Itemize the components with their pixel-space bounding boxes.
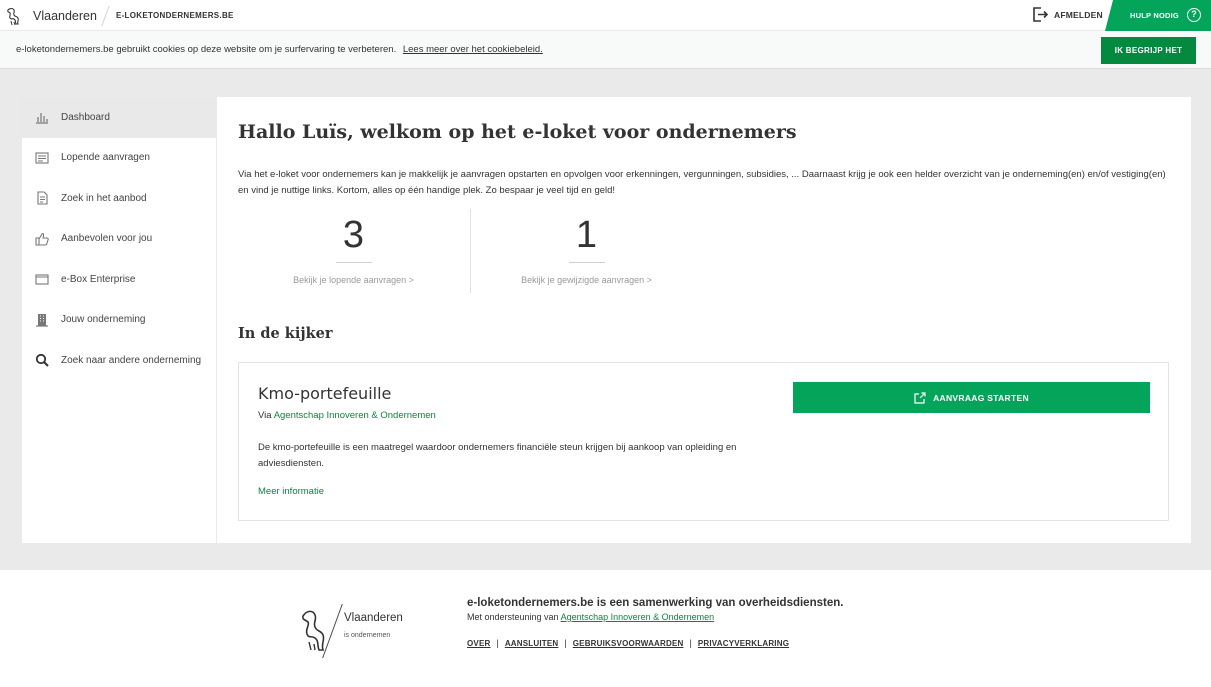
stat-underline — [335, 262, 372, 263]
page-title: Hallo Luïs, welkom op het e-loket voor o… — [238, 121, 797, 143]
sidebar-item-ebox[interactable]: e-Box Enterprise — [22, 259, 216, 300]
thumbs-up-icon — [34, 231, 50, 247]
stat-link-gewijzigde[interactable]: Bekijk je gewijzigde aanvragen > — [470, 275, 703, 285]
footer-brand: Vlaanderen — [344, 612, 403, 624]
cookie-banner: e-loketondernemers.be gebruikt cookies o… — [0, 31, 1211, 69]
footer-link-gebruiksvoorwaarden[interactable]: GEBRUIKSVOORWAARDEN — [573, 639, 684, 648]
sidebar-item-label: Aanbevolen voor jou — [61, 233, 153, 245]
footer-link-separator: | — [496, 638, 499, 648]
help-label: HULP NODIG — [1130, 11, 1179, 20]
card-via-link[interactable]: Agentschap Innoveren & Ondernemen — [274, 410, 436, 421]
sidebar-item-label: Jouw onderneming — [61, 314, 146, 326]
sidebar-nav: Dashboard Lopende aanvragen Zoek in het … — [22, 97, 216, 543]
help-icon: ? — [1187, 8, 1201, 22]
building-icon — [34, 312, 50, 328]
brand-name: Vlaanderen — [33, 8, 97, 23]
cookie-text: e-loketondernemers.be gebruikt cookies o… — [16, 44, 397, 55]
sidebar-item-label: Lopende aanvragen — [61, 152, 150, 164]
footer-support-link[interactable]: Agentschap Innoveren & Ondernemen — [561, 612, 715, 622]
sidebar-item-zoek-onderneming[interactable]: Zoek naar andere onderneming — [22, 340, 216, 381]
inbox-icon — [34, 271, 50, 287]
footer-support: Met ondersteuning van Agentschap Innover… — [467, 612, 714, 622]
footer-link-separator: | — [564, 638, 567, 648]
sidebar-item-label: e-Box Enterprise — [61, 273, 136, 285]
card-description: De kmo-portefeuille is een maatregel waa… — [258, 442, 737, 469]
brand-logo[interactable]: Vlaanderen E-LOKETONDERNEMERS.BE — [5, 4, 234, 27]
featured-card: Kmo-portefeuille Via Agentschap Innovere… — [238, 362, 1169, 521]
lion-icon — [7, 7, 19, 25]
sidebar-item-label: Zoek in het aanbod — [61, 192, 147, 204]
sidebar-item-label: Zoek naar andere onderneming — [61, 354, 202, 366]
footer-link-privacyverklaring[interactable]: PRIVACYVERKLARING — [698, 639, 789, 648]
brand-divider — [101, 5, 110, 26]
list-icon — [34, 150, 50, 166]
stat-value: 1 — [575, 214, 598, 256]
logout-button[interactable]: AFMELDEN — [1032, 6, 1103, 23]
stat-value: 3 — [342, 214, 365, 256]
chart-icon — [34, 109, 50, 125]
start-request-button[interactable]: AANVRAAG STARTEN — [793, 382, 1150, 413]
cookie-policy-link[interactable]: Lees meer over het cookiebeleid. — [403, 44, 543, 55]
search-icon — [34, 352, 50, 368]
external-link-icon — [914, 391, 926, 404]
footer-link-aansluiten[interactable]: AANSLUITEN — [505, 639, 559, 648]
logout-icon — [1033, 7, 1049, 22]
help-button[interactable]: HULP NODIG ? — [1105, 0, 1211, 31]
dashboard-content: Hallo Luïs, welkom op het e-loket voor o… — [217, 97, 1191, 543]
stat-link-lopende[interactable]: Bekijk je lopende aanvragen > — [237, 275, 470, 285]
footer-title: e-loketondernemers.be is een samenwerkin… — [467, 597, 844, 609]
footer-link-over[interactable]: OVER — [467, 639, 490, 648]
stat-gewijzigde-aanvragen: 1 Bekijk je gewijzigde aanvragen > — [470, 210, 703, 294]
footer-link-separator: | — [689, 638, 692, 648]
document-icon — [34, 190, 50, 206]
footer-logo[interactable]: Vlaanderen is ondernemen — [299, 602, 419, 660]
footer: Vlaanderen is ondernemen e-loketondernem… — [0, 570, 1211, 687]
sidebar-item-label: Dashboard — [61, 111, 110, 123]
footer-tagline: is ondernemen — [344, 632, 391, 639]
sidebar-item-lopende-aanvragen[interactable]: Lopende aanvragen — [22, 138, 216, 179]
sidebar-item-dashboard[interactable]: Dashboard — [22, 97, 216, 138]
footer-support-prefix: Met ondersteuning van — [467, 612, 559, 622]
footer-links: OVER | AANSLUITEN | GEBRUIKSVOORWAARDEN … — [467, 638, 789, 648]
card-via-prefix: Via — [258, 410, 272, 421]
sidebar-item-aanbevolen[interactable]: Aanbevolen voor jou — [22, 219, 216, 260]
site-name: E-LOKETONDERNEMERS.BE — [115, 11, 234, 20]
sidebar-item-jouw-onderneming[interactable]: Jouw onderneming — [22, 300, 216, 341]
card-title: Kmo-portefeuille — [258, 384, 392, 403]
stat-underline — [568, 262, 605, 263]
top-header: Vlaanderen E-LOKETONDERNEMERS.BE AFMELDE… — [0, 0, 1211, 31]
sidebar-item-zoek-aanbod[interactable]: Zoek in het aanbod — [22, 178, 216, 219]
stat-lopende-aanvragen: 3 Bekijk je lopende aanvragen > — [237, 210, 470, 294]
intro-text: Via het e-loket voor ondernemers kan je … — [238, 169, 1166, 196]
card-via: Via Agentschap Innoveren & Ondernemen — [258, 410, 436, 421]
cookie-accept-button[interactable]: IK BEGRIJP HET — [1101, 37, 1196, 64]
logout-label: AFMELDEN — [1054, 9, 1103, 20]
cookie-message: e-loketondernemers.be gebruikt cookies o… — [16, 44, 543, 55]
section-title: In de kijker — [238, 325, 333, 342]
start-request-label: AANVRAAG STARTEN — [933, 392, 1029, 403]
more-info-link[interactable]: Meer informatie — [258, 486, 324, 497]
lion-icon — [302, 610, 325, 651]
